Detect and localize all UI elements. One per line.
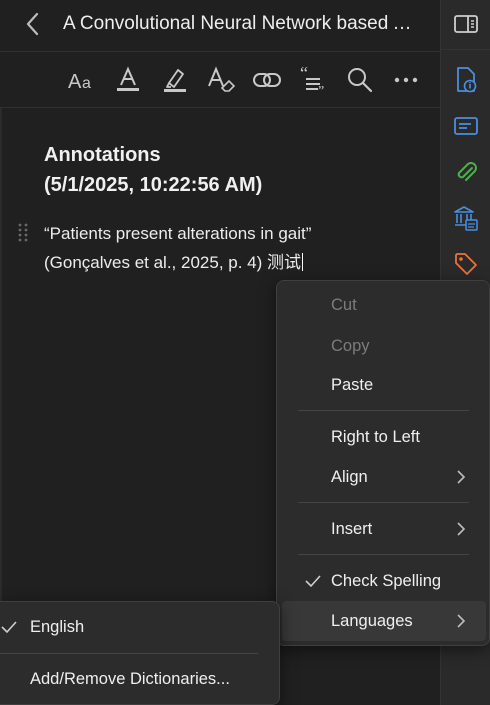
sidebar-abstract-button[interactable] (452, 112, 480, 140)
annotation-quote[interactable]: “Patients present alterations in gait” (… (44, 219, 311, 277)
menu-item-label: Languages (331, 612, 413, 630)
languages-submenu: English Add/Remove Dictionaries... (0, 601, 280, 705)
menu-item-label: Cut (331, 296, 357, 314)
menu-item-label: Paste (331, 376, 374, 394)
menu-item-languages[interactable]: Languages (282, 601, 486, 641)
highlighter-icon (164, 69, 186, 92)
menu-item-copy[interactable]: Copy (282, 326, 486, 366)
menu-item-paste[interactable]: Paste (282, 365, 486, 405)
tag-icon (455, 253, 477, 275)
toggle-sidebar-icon (454, 15, 478, 33)
quote-button[interactable]: “” (295, 63, 331, 97)
chevron-right-icon (457, 470, 466, 484)
svg-text:”: ” (318, 84, 324, 95)
abstract-icon (454, 117, 478, 135)
checkmark-icon (305, 575, 321, 588)
quote-text: “Patients present alterations in gait” (44, 224, 312, 243)
format-toolbar: Aa “” (0, 53, 440, 108)
drag-handle[interactable] (16, 222, 30, 242)
text-caret (302, 253, 304, 271)
clear-format-icon (208, 66, 236, 92)
menu-item-add-remove-dictionaries[interactable]: Add/Remove Dictionaries... (0, 654, 270, 694)
quote-icon: “” (300, 65, 324, 95)
search-icon (348, 68, 373, 93)
citation-text: (Gonçalves et al., 2025, p. 4) 测试 (44, 253, 302, 272)
editor-header: A Convolutional Neural Network based App… (0, 0, 440, 52)
chevron-right-icon (457, 522, 466, 536)
note-heading[interactable]: Annotations (5/1/2025, 10:22:56 AM) (44, 140, 262, 200)
svg-text:A: A (68, 71, 82, 92)
menu-item-label: Copy (331, 337, 370, 355)
menu-item-label: Align (331, 468, 368, 486)
note-title: A Convolutional Neural Network based App… (63, 13, 423, 34)
context-menu: Cut Copy Paste Right to Left Align Inser… (276, 280, 490, 646)
back-button[interactable] (22, 10, 46, 38)
search-button[interactable] (342, 63, 378, 97)
menu-item-check-spelling[interactable]: Check Spelling (282, 561, 486, 601)
menu-item-label: Insert (331, 520, 373, 538)
link-button[interactable] (249, 63, 285, 97)
sidebar-libraries-button[interactable] (452, 204, 480, 232)
library-icon (454, 206, 478, 231)
text-style-icon: Aa (68, 71, 91, 92)
link-icon (253, 73, 281, 87)
chevron-left-icon (26, 12, 39, 36)
more-icon (394, 77, 418, 83)
menu-separator (298, 410, 469, 411)
text-style-button[interactable]: Aa (64, 63, 100, 97)
highlight-button[interactable] (157, 63, 193, 97)
sidebar-header (441, 0, 490, 50)
sidebar-info-button[interactable] (452, 66, 480, 94)
info-document-icon (457, 67, 477, 93)
menu-item-align[interactable]: Align (282, 457, 486, 497)
menu-separator (298, 502, 469, 503)
menu-item-label: Add/Remove Dictionaries... (30, 670, 230, 688)
drag-handle-icon (18, 223, 28, 242)
sidebar-attachments-button[interactable] (452, 158, 480, 186)
toggle-sidebar-button[interactable] (452, 10, 480, 38)
sidebar-tags-button[interactable] (452, 250, 480, 278)
svg-text:a: a (82, 75, 91, 92)
checkmark-icon (1, 621, 17, 634)
svg-text:“: “ (300, 65, 308, 83)
heading-line-2: (5/1/2025, 10:22:56 AM) (44, 174, 263, 196)
attachment-icon (457, 162, 477, 181)
menu-item-label: Right to Left (331, 428, 420, 446)
menu-item-label: Check Spelling (331, 572, 442, 590)
chevron-right-icon (457, 614, 466, 628)
clear-format-button[interactable] (203, 63, 239, 97)
heading-line-1: Annotations (44, 144, 161, 166)
font-color-button[interactable] (110, 63, 146, 97)
menu-item-english[interactable]: English (0, 602, 270, 642)
more-button[interactable] (388, 63, 424, 97)
menu-item-label: English (30, 618, 85, 636)
font-color-icon (117, 66, 139, 91)
menu-item-right-to-left[interactable]: Right to Left (282, 417, 486, 457)
menu-separator (298, 554, 469, 555)
menu-item-insert[interactable]: Insert (282, 509, 486, 549)
menu-item-cut[interactable]: Cut (282, 285, 486, 325)
